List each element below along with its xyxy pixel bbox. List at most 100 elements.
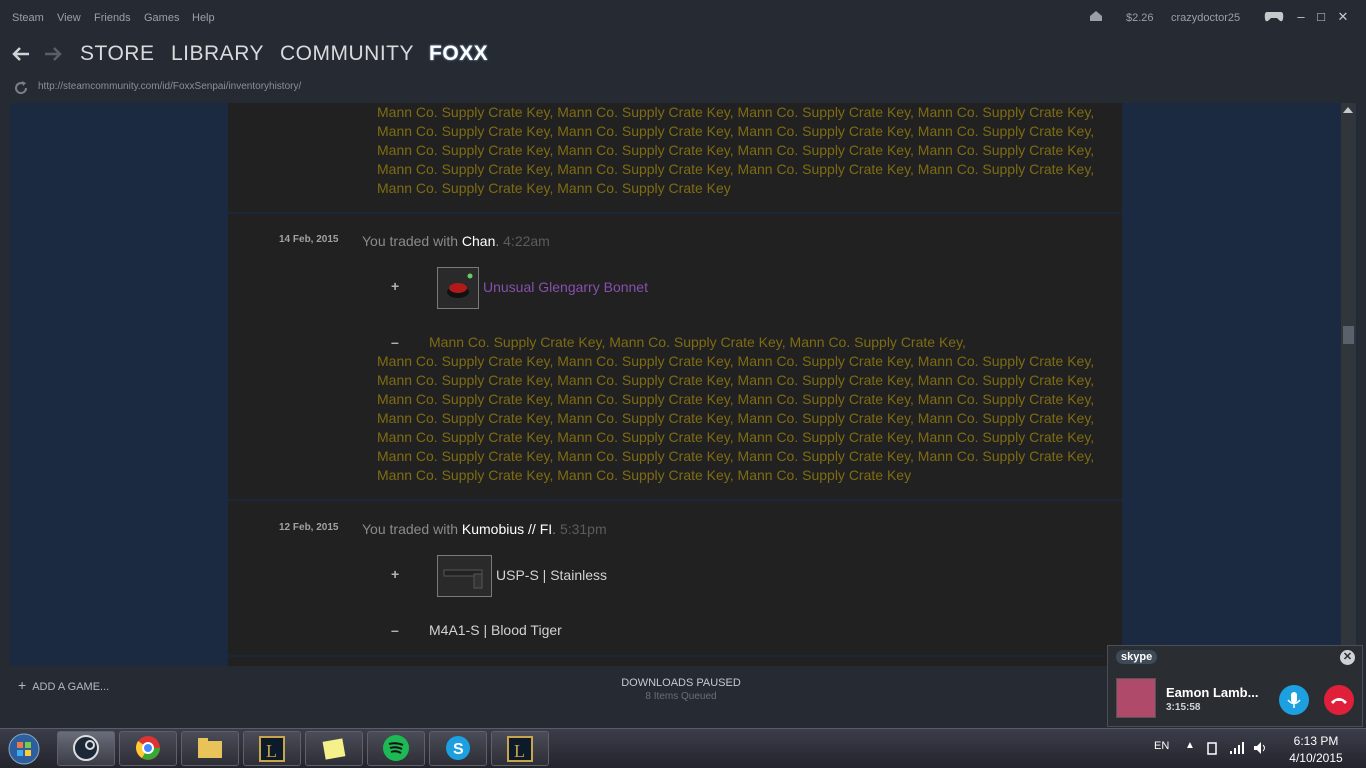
- device-icon[interactable]: [1205, 740, 1219, 756]
- taskbar-sticky-notes[interactable]: [305, 731, 363, 766]
- svg-text:L: L: [266, 741, 277, 761]
- given-item-name[interactable]: M4A1-S | Blood Tiger: [429, 622, 562, 638]
- nav-library[interactable]: LIBRARY: [171, 42, 264, 66]
- downloads-status[interactable]: DOWNLOADS PAUSED: [560, 677, 802, 689]
- nav-community[interactable]: COMMUNITY: [280, 42, 414, 66]
- taskbar-skype[interactable]: S: [429, 731, 487, 766]
- downloads-queued: 8 Items Queued: [645, 691, 717, 702]
- glengarry-bonnet-icon: [447, 273, 473, 298]
- trade-time: 4:22am: [503, 233, 550, 249]
- account-username[interactable]: crazydoctor25: [1171, 12, 1240, 24]
- volume-icon[interactable]: [1253, 741, 1269, 755]
- trade-prefix: You traded with: [362, 521, 462, 537]
- close-button[interactable]: ✕: [1334, 8, 1352, 26]
- trade-partner-link[interactable]: Kumobius // FI: [462, 521, 552, 537]
- add-game-button[interactable]: + ADD A GAME...: [18, 677, 109, 693]
- inventory-history: Mann Co. Supply Crate Key, Mann Co. Supp…: [228, 103, 1122, 666]
- taskbar-league[interactable]: L: [243, 731, 301, 766]
- row-divider: [228, 655, 1122, 657]
- clock-date[interactable]: 4/10/2015: [1284, 751, 1348, 765]
- taskbar-explorer[interactable]: [181, 731, 239, 766]
- menu-steam[interactable]: Steam: [12, 12, 44, 24]
- trade-description: You traded with Chan. 4:22am: [362, 233, 550, 249]
- language-indicator[interactable]: EN: [1154, 740, 1169, 752]
- key-list-line[interactable]: Mann Co. Supply Crate Key, Mann Co. Supp…: [377, 410, 1094, 426]
- menu-friends[interactable]: Friends: [94, 12, 131, 24]
- given-sign: –: [391, 334, 399, 350]
- windows-taskbar: L S L EN ▲ 6:13 PM 4/10/2015: [0, 728, 1366, 768]
- hangup-button[interactable]: [1324, 685, 1354, 715]
- sticky-notes-icon: [322, 738, 346, 760]
- back-arrow-icon[interactable]: [12, 46, 30, 62]
- plus-icon: +: [18, 677, 27, 693]
- received-sign: +: [391, 566, 400, 582]
- avatar: [1116, 678, 1156, 718]
- steam-icon: [73, 735, 99, 761]
- start-button[interactable]: [4, 732, 44, 766]
- scroll-thumb[interactable]: [1343, 326, 1354, 344]
- mute-button[interactable]: [1279, 685, 1309, 715]
- key-list-line[interactable]: Mann Co. Supply Crate Key, Mann Co. Supp…: [377, 142, 1094, 158]
- trade-date: 12 Feb, 2015: [279, 522, 339, 533]
- caller-name: Eamon Lamb...: [1166, 685, 1259, 700]
- item-thumbnail[interactable]: [437, 267, 479, 309]
- key-list-line[interactable]: Mann Co. Supply Crate Key, Mann Co. Supp…: [429, 334, 966, 350]
- controller-icon[interactable]: [1264, 11, 1284, 23]
- given-sign: –: [391, 622, 399, 638]
- nav-profile[interactable]: FOXX: [429, 42, 488, 66]
- league-icon: L: [507, 736, 533, 762]
- steam-titlebar: Steam View Friends Games Help $2.26 craz…: [0, 0, 1366, 36]
- menu-view[interactable]: View: [57, 12, 81, 24]
- maximize-button[interactable]: □: [1312, 8, 1330, 26]
- key-list-line[interactable]: Mann Co. Supply Crate Key, Mann Co. Supp…: [377, 180, 731, 196]
- received-item-name[interactable]: Unusual Glengarry Bonnet: [483, 279, 648, 295]
- clock-time[interactable]: 6:13 PM: [1284, 734, 1348, 748]
- refresh-icon[interactable]: [13, 80, 29, 96]
- tray-expand-icon[interactable]: ▲: [1185, 740, 1195, 751]
- url-bar: http://steamcommunity.com/id/FoxxSenpai/…: [0, 76, 1366, 100]
- nav-store[interactable]: STORE: [80, 42, 154, 66]
- mic-icon: [1287, 692, 1301, 708]
- key-list-line[interactable]: Mann Co. Supply Crate Key, Mann Co. Supp…: [377, 391, 1094, 407]
- trade-separator: .: [495, 233, 504, 249]
- trade-time: 5:31pm: [559, 521, 607, 537]
- key-list-line[interactable]: Mann Co. Supply Crate Key, Mann Co. Supp…: [377, 104, 1094, 120]
- trade-partner-link[interactable]: Chan: [462, 233, 495, 249]
- key-list-line[interactable]: Mann Co. Supply Crate Key, Mann Co. Supp…: [377, 372, 1094, 388]
- taskbar-spotify[interactable]: [367, 731, 425, 766]
- trade-description: You traded with Kumobius // FI. 5:31pm: [362, 521, 607, 537]
- menu-games[interactable]: Games: [144, 12, 179, 24]
- received-sign: +: [391, 278, 400, 294]
- key-list-line[interactable]: Mann Co. Supply Crate Key, Mann Co. Supp…: [377, 161, 1094, 177]
- notification-icon[interactable]: [1089, 10, 1103, 22]
- network-icon[interactable]: [1229, 741, 1245, 755]
- received-item-name[interactable]: USP-S | Stainless: [496, 567, 607, 583]
- key-list-line[interactable]: Mann Co. Supply Crate Key, Mann Co. Supp…: [377, 467, 911, 483]
- nav-bar: STORE LIBRARY COMMUNITY FOXX: [0, 36, 1366, 74]
- scrollbar[interactable]: [1341, 103, 1356, 666]
- trade-prefix: You traded with: [362, 233, 462, 249]
- item-thumbnail[interactable]: [437, 555, 492, 597]
- trade-date: 14 Feb, 2015: [279, 234, 339, 245]
- svg-text:S: S: [453, 741, 464, 758]
- skype-logo: skype: [1116, 650, 1158, 664]
- close-icon[interactable]: ✕: [1340, 650, 1355, 665]
- key-list-line[interactable]: Mann Co. Supply Crate Key, Mann Co. Supp…: [377, 429, 1094, 445]
- pistol-icon: [443, 569, 483, 589]
- scroll-up-icon[interactable]: [1343, 107, 1353, 113]
- web-content: Mann Co. Supply Crate Key, Mann Co. Supp…: [10, 103, 1357, 666]
- key-list-line[interactable]: Mann Co. Supply Crate Key, Mann Co. Supp…: [377, 448, 1094, 464]
- call-duration: 3:15:58: [1166, 702, 1201, 713]
- taskbar-steam[interactable]: [57, 731, 115, 766]
- taskbar-chrome[interactable]: [119, 731, 177, 766]
- hangup-icon: [1331, 698, 1347, 704]
- key-list-line[interactable]: Mann Co. Supply Crate Key, Mann Co. Supp…: [377, 353, 1094, 369]
- spotify-icon: [383, 735, 409, 761]
- key-list-line[interactable]: Mann Co. Supply Crate Key, Mann Co. Supp…: [377, 123, 1094, 139]
- wallet-balance[interactable]: $2.26: [1126, 12, 1154, 24]
- minimize-button[interactable]: –: [1292, 8, 1310, 26]
- menu-help[interactable]: Help: [192, 12, 215, 24]
- url-text[interactable]: http://steamcommunity.com/id/FoxxSenpai/…: [38, 81, 301, 92]
- forward-arrow-icon[interactable]: [44, 46, 62, 62]
- taskbar-league-2[interactable]: L: [491, 731, 549, 766]
